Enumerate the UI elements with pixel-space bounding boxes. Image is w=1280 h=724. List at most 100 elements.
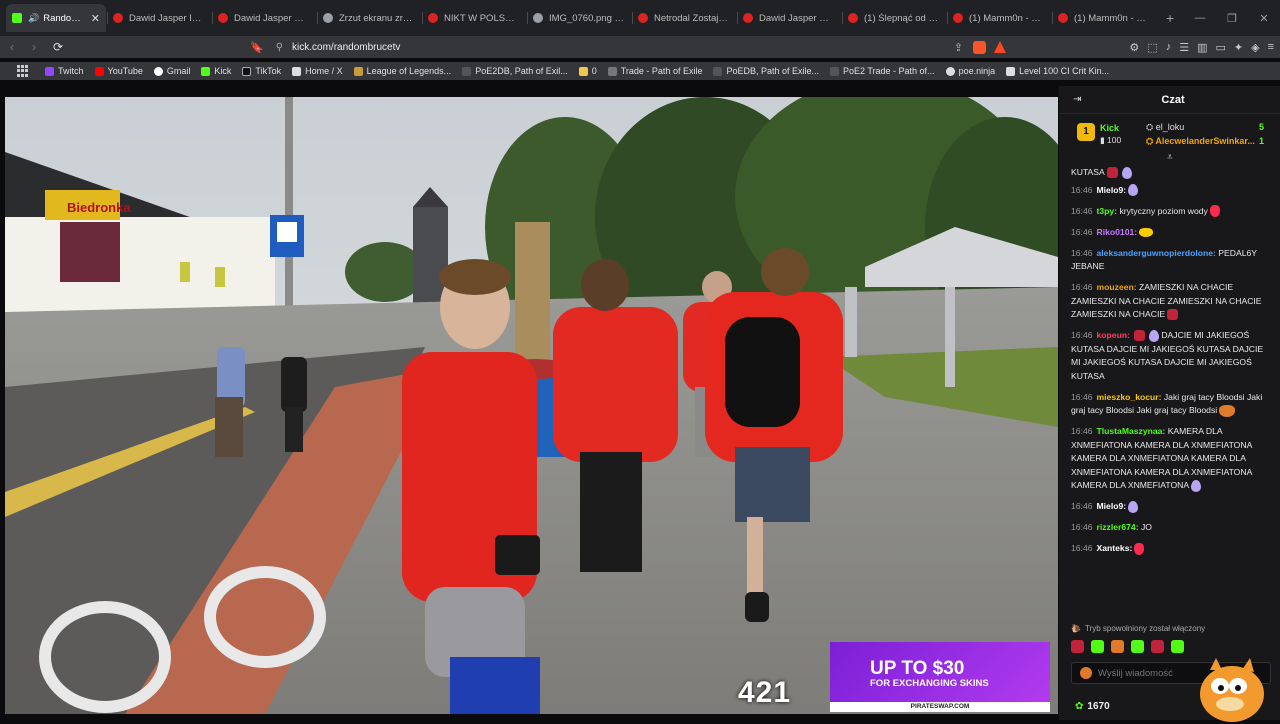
youtube-icon [848, 13, 858, 23]
message-user[interactable]: TlustaMaszynaa: [1097, 426, 1166, 436]
emote-button[interactable] [1111, 640, 1124, 653]
bookmark-label: League of Legends... [366, 66, 452, 76]
bookmark-level100[interactable]: Level 100 CI Crit Kin... [1006, 66, 1109, 76]
message-user[interactable]: Riko0101: [1097, 227, 1138, 237]
reading-list-icon[interactable]: ☰ [1179, 41, 1189, 54]
bookmark-gmail[interactable]: Gmail [153, 66, 190, 76]
tab-item[interactable]: Netrodal Zostaje N [632, 4, 736, 32]
wallet-icon[interactable]: ▭ [1215, 41, 1225, 54]
leo-icon[interactable]: ✦ [1234, 41, 1243, 54]
tab-item[interactable]: IMG_0760.png (29 [527, 4, 631, 32]
tab-item[interactable]: Dawid Jasper STREA [737, 4, 841, 32]
message-user[interactable]: Xanteks: [1097, 543, 1133, 553]
emote-button[interactable] [1131, 640, 1144, 653]
forward-button[interactable]: › [24, 40, 44, 54]
chat-message: 16:46 TlustaMaszynaa: KAMERA DLA XNMEFIAT… [1071, 425, 1272, 493]
menu-icon[interactable]: ≡ [1268, 41, 1274, 54]
bookmark-kick[interactable]: Kick [201, 66, 231, 76]
bookmark-poeninja[interactable]: poe.ninja [945, 66, 996, 76]
tab-item[interactable]: Dawid Jasper IRL Z [107, 4, 211, 32]
kick-icon [201, 66, 211, 76]
site-info-icon[interactable]: ⚲ [276, 42, 283, 53]
minimize-button[interactable]: — [1184, 12, 1216, 24]
tab-item[interactable]: (1) Ślepnąć od świat [842, 4, 946, 32]
x-icon [292, 66, 302, 76]
message-time: 16:46 [1071, 391, 1093, 402]
bookmark-tiktok[interactable]: TikTok [242, 66, 281, 76]
youtube-icon [218, 13, 228, 23]
tab-item[interactable]: (1) Mamm0n - KON [1052, 4, 1156, 32]
emote-button[interactable] [1071, 640, 1084, 653]
tab-item[interactable]: Zrzut ekranu zrobio [317, 4, 421, 32]
bookmark-poe2db[interactable]: PoE2DB, Path of Exil... [462, 66, 568, 76]
bookmark-x[interactable]: Home / X [292, 66, 343, 76]
coin-badge: 1 [1077, 123, 1095, 141]
back-button[interactable]: ‹ [2, 40, 22, 54]
youtube-icon [638, 13, 648, 23]
speaker-icon[interactable]: 🔊 [28, 13, 39, 23]
brave-shield-icon[interactable] [972, 40, 986, 54]
collapse-chat-icon[interactable]: ⇥ [1073, 94, 1081, 105]
emote-button[interactable] [1171, 640, 1184, 653]
tab-randombrucetv[interactable]: 🔊 RandomBruc ✕ [6, 4, 106, 32]
bookmark-poe2trade[interactable]: PoE2 Trade - Path of... [830, 66, 935, 76]
svg-text:Biedronka: Biedronka [67, 200, 131, 215]
message-user[interactable]: mouzeen: [1097, 282, 1137, 292]
message-user[interactable]: rizzler674: [1097, 522, 1139, 532]
leaderboard-label: Kick [1100, 123, 1120, 133]
expand-arrow-icon[interactable]: ⩡ [1167, 152, 1173, 163]
url-field[interactable]: ⚲ kick.com/randombrucetv [276, 38, 956, 56]
message-text: krytyczny poziom wody [1119, 205, 1208, 216]
tab-item[interactable]: (1) Mamm0n - KON [947, 4, 1051, 32]
maximize-button[interactable]: ❐ [1216, 12, 1248, 25]
message-user[interactable]: kopeun: [1097, 330, 1130, 340]
apps-icon[interactable] [17, 65, 29, 77]
poe-icon [462, 66, 472, 76]
tab-title: (1) Mamm0n - KON [969, 12, 1045, 24]
message-user[interactable]: Mielo9: [1097, 501, 1127, 511]
tab-item[interactable]: Dawid Jasper MATC [212, 4, 316, 32]
emote-button[interactable] [1091, 640, 1104, 653]
extensions-icon[interactable]: ⚙ [1129, 41, 1139, 54]
new-tab-button[interactable]: + [1166, 10, 1174, 26]
message-user[interactable]: aleksanderguwnopierdolone: [1097, 248, 1216, 258]
emote-button[interactable] [1151, 640, 1164, 653]
toolbar-icons: ⚙ ⬚ ♪ ☰ ▥ ▭ ✦ ◈ ≡ [1129, 41, 1274, 54]
emote-icon [1134, 330, 1146, 342]
bookmark-trade[interactable]: Trade - Path of Exile [607, 66, 702, 76]
share-icon[interactable]: ⇪ [954, 41, 963, 54]
close-icon[interactable]: ✕ [91, 12, 100, 25]
downloads-icon[interactable]: ⬚ [1147, 41, 1157, 54]
vpn-icon[interactable]: ◈ [1251, 41, 1259, 54]
bookmark-label: YouTube [107, 66, 143, 76]
message-user[interactable]: mieszko_kocur: [1097, 392, 1162, 402]
bookmark-twitch[interactable]: Twitch [45, 66, 84, 76]
bookmark-lol[interactable]: League of Legends... [353, 66, 452, 76]
leader-user[interactable]: ⛭ el_loku [1146, 122, 1184, 133]
leaderboard[interactable]: 1 Kick ▮ 100 ⛭ el_loku ⛭ AlecwelanderSwi… [1059, 114, 1280, 163]
bookmark-youtube[interactable]: YouTube [94, 66, 143, 76]
chat-messages[interactable]: KUTASA 16:46 Mielo9: 16:46 t3py: krytyczny… [1059, 166, 1280, 620]
message-user[interactable]: t3py: [1097, 206, 1118, 216]
emote-icon [1106, 167, 1118, 179]
media-icon[interactable]: ♪ [1166, 41, 1172, 54]
message-user[interactable]: Mielo9: [1097, 185, 1127, 195]
bookmark-label: poe.ninja [958, 66, 996, 76]
sidebar-icon[interactable]: ▥ [1197, 41, 1207, 54]
youtube-icon [1058, 13, 1068, 23]
tab-item[interactable]: NIKT W POLSCE NI [422, 4, 526, 32]
stream-video[interactable]: Biedronka [5, 97, 1058, 714]
reload-button[interactable]: ⟳ [48, 40, 68, 54]
leader-user[interactable]: ⛭ AlecwelanderSwinkar... [1146, 136, 1261, 147]
bookmark-folder[interactable]: 0 [578, 66, 597, 76]
brave-rewards-icon[interactable] [993, 41, 1006, 53]
message-time: 16:46 [1071, 184, 1093, 195]
bookmark-poedb[interactable]: PoEDB, Path of Exile... [713, 66, 819, 76]
bookmark-icon[interactable]: 🔖 [250, 41, 264, 54]
tab-title: (1) Ślepnąć od świat [864, 12, 940, 24]
youtube-icon [428, 13, 438, 23]
channel-points[interactable]: ✿ 1670 [1075, 701, 1110, 712]
sponsor-banner[interactable]: UP TO $30 FOR EXCHANGING SKINS PIRATESWA… [830, 642, 1050, 712]
leaderboard-value: ▮ 100 [1100, 135, 1122, 145]
window-close-button[interactable]: ✕ [1248, 12, 1280, 25]
